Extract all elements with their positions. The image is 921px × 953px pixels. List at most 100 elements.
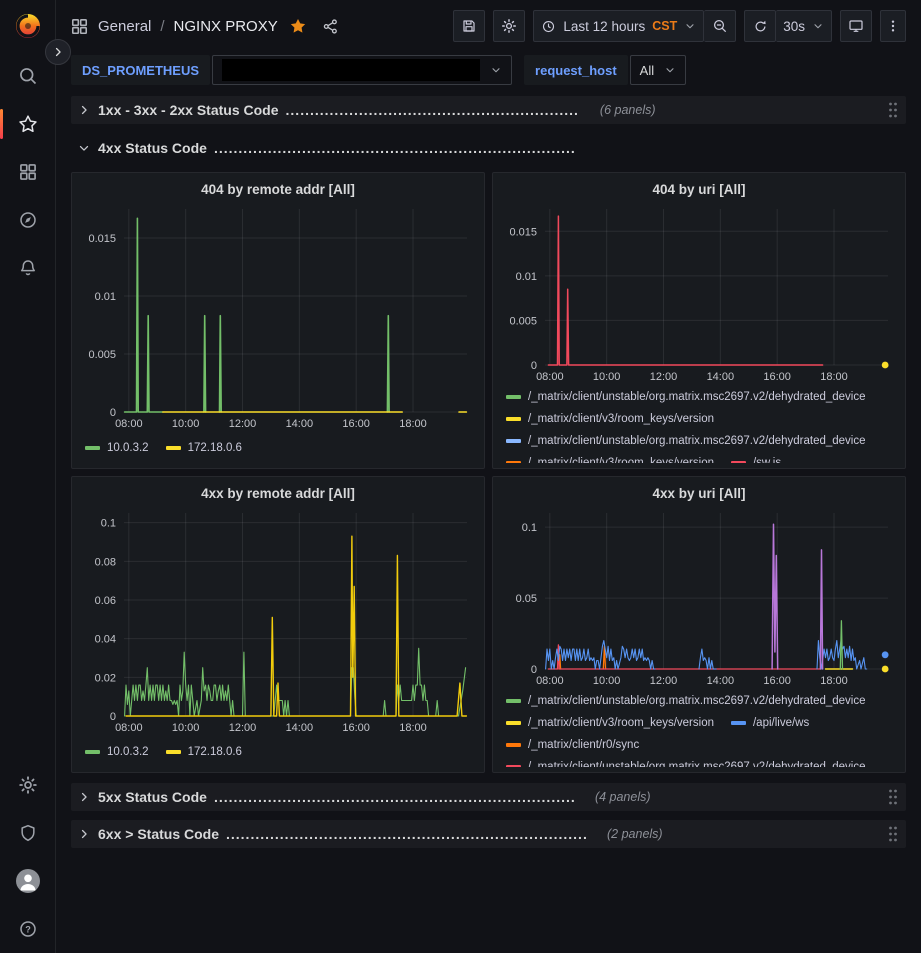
panel-title[interactable]: 404 by remote addr [All] <box>80 179 476 201</box>
timeseries-plot[interactable]: 08:0010:0012:0014:0016:0018:0000.0050.01… <box>80 201 476 433</box>
legend-item[interactable]: 10.0.3.2 <box>85 442 149 454</box>
favorite-star-icon[interactable] <box>289 17 307 35</box>
row-panel-count: (2 panels) <box>607 827 663 841</box>
sidebar-item-dashboards[interactable] <box>0 148 56 196</box>
kebab-menu-icon <box>885 18 901 34</box>
legend-item[interactable]: /_matrix/client/v3/room_keys/version <box>506 457 714 463</box>
active-section-indicator <box>0 109 3 139</box>
legend-item[interactable]: /_matrix/client/unstable/org.matrix.msc2… <box>506 761 866 767</box>
sidebar-item-profile[interactable] <box>0 857 56 905</box>
cycle-view-mode-button[interactable] <box>840 10 872 42</box>
legend-label: /api/live/ws <box>753 717 809 729</box>
svg-text:10:00: 10:00 <box>593 371 621 383</box>
row-drag-handle[interactable] <box>888 826 898 842</box>
main-area: General / NGINX PROXY <box>56 0 921 953</box>
svg-text:0.1: 0.1 <box>101 518 116 530</box>
timeseries-plot[interactable]: 08:0010:0012:0014:0016:0018:0000.050.1 <box>501 505 897 690</box>
legend-row: /_matrix/client/unstable/org.matrix.msc2… <box>506 430 897 452</box>
legend-swatch <box>506 699 521 703</box>
time-range-group: Last 12 hours CST <box>533 10 736 42</box>
dashboard-settings-button[interactable] <box>493 10 525 42</box>
svg-text:08:00: 08:00 <box>115 418 143 430</box>
legend-label: /sw.js <box>753 457 781 463</box>
bell-icon <box>18 258 38 278</box>
timezone-label: CST <box>652 19 677 33</box>
svg-text:12:00: 12:00 <box>229 418 257 430</box>
svg-text:0.1: 0.1 <box>522 522 537 534</box>
time-range-label: Last 12 hours <box>563 19 645 34</box>
variable-value-text: All <box>640 63 654 78</box>
sidebar-item-starred[interactable] <box>0 100 56 148</box>
legend-swatch <box>166 750 181 754</box>
sidebar-item-explore[interactable] <box>0 196 56 244</box>
svg-text:14:00: 14:00 <box>707 371 735 383</box>
svg-text:0.01: 0.01 <box>95 291 116 303</box>
row-header-6xx[interactable]: 6xx > Status Code ......................… <box>71 820 906 848</box>
row-title: 1xx - 3xx - 2xx Status Code <box>98 102 279 118</box>
svg-text:12:00: 12:00 <box>229 722 257 734</box>
legend-item[interactable]: /sw.js <box>731 457 781 463</box>
variable-label-request-host[interactable]: request_host <box>524 55 628 85</box>
variable-value-ds-prometheus[interactable] <box>212 55 512 85</box>
svg-text:18:00: 18:00 <box>820 371 848 383</box>
legend-item[interactable]: /api/live/ws <box>731 717 809 729</box>
refresh-button[interactable] <box>744 10 776 42</box>
row-header-5xx[interactable]: 5xx Status Code ........................… <box>71 783 906 811</box>
legend-label: /_matrix/client/v3/room_keys/version <box>528 717 714 729</box>
sidebar-item-server-admin[interactable] <box>0 809 56 857</box>
floppy-save-icon <box>461 18 477 34</box>
svg-text:08:00: 08:00 <box>536 675 564 687</box>
sidebar-item-help[interactable]: ? <box>0 905 56 953</box>
toolbar-actions: Last 12 hours CST 30s <box>453 10 906 42</box>
legend-row: /_matrix/client/v3/room_keys/version <box>506 408 897 430</box>
save-dashboard-button[interactable] <box>453 10 485 42</box>
grafana-app: ? General / NGINX PROXY <box>0 0 921 953</box>
panel-title[interactable]: 4xx by remote addr [All] <box>80 483 476 505</box>
row-header-1xx[interactable]: 1xx - 3xx - 2xx Status Code ............… <box>71 96 906 124</box>
svg-text:08:00: 08:00 <box>115 722 143 734</box>
gear-icon <box>18 775 38 795</box>
breadcrumb-folder[interactable]: General <box>98 18 151 35</box>
share-icon[interactable] <box>322 18 339 35</box>
svg-text:16:00: 16:00 <box>342 722 370 734</box>
time-range-picker[interactable]: Last 12 hours CST <box>533 10 704 42</box>
legend-row: /_matrix/client/unstable/org.matrix.msc2… <box>506 386 897 408</box>
row-panel-count: (6 panels) <box>600 103 656 117</box>
timeseries-plot[interactable]: 08:0010:0012:0014:0016:0018:0000.020.040… <box>80 505 476 737</box>
legend-item[interactable]: /_matrix/client/v3/room_keys/version <box>506 413 714 425</box>
refresh-interval-picker[interactable]: 30s <box>776 10 832 42</box>
svg-text:0: 0 <box>110 407 116 419</box>
legend-item[interactable]: 10.0.3.2 <box>85 746 149 758</box>
legend-item[interactable]: 172.18.0.6 <box>166 746 242 758</box>
zoom-out-time-button[interactable] <box>704 10 736 42</box>
row-header-4xx[interactable]: 4xx Status Code ........................… <box>71 134 906 162</box>
refresh-interval-label: 30s <box>783 19 805 34</box>
row-drag-handle[interactable] <box>888 789 898 805</box>
panel-4xx-by-remote-addr: 4xx by remote addr [All] 08:0010:0012:00… <box>71 476 485 773</box>
legend-label: /_matrix/client/unstable/org.matrix.msc2… <box>528 391 866 403</box>
refresh-group: 30s <box>744 10 832 42</box>
timeseries-plot[interactable]: 08:0010:0012:0014:0016:0018:0000.0050.01… <box>501 201 897 386</box>
panel-title[interactable]: 404 by uri [All] <box>501 179 897 201</box>
legend-item[interactable]: /_matrix/client/v3/room_keys/version <box>506 717 714 729</box>
svg-text:12:00: 12:00 <box>650 371 678 383</box>
svg-text:0.015: 0.015 <box>88 233 116 245</box>
variable-value-request-host[interactable]: All <box>630 55 686 85</box>
row-drag-handle[interactable] <box>888 102 898 118</box>
variable-label-ds-prometheus[interactable]: DS_PROMETHEUS <box>71 55 210 85</box>
sidebar-item-configuration[interactable] <box>0 761 56 809</box>
sidebar-expand-button[interactable] <box>45 39 71 65</box>
legend-item[interactable]: /_matrix/client/r0/sync <box>506 739 639 751</box>
svg-text:08:00: 08:00 <box>536 371 564 383</box>
legend-item[interactable]: /_matrix/client/unstable/org.matrix.msc2… <box>506 695 866 707</box>
panel-title[interactable]: 4xx by uri [All] <box>501 483 897 505</box>
user-avatar <box>15 868 41 894</box>
legend-swatch <box>506 439 521 443</box>
legend-item[interactable]: /_matrix/client/unstable/org.matrix.msc2… <box>506 391 866 403</box>
dashboard-title: NGINX PROXY <box>174 18 278 35</box>
sidebar-item-alerting[interactable] <box>0 244 56 292</box>
legend-item[interactable]: /_matrix/client/unstable/org.matrix.msc2… <box>506 435 866 447</box>
svg-text:10:00: 10:00 <box>172 418 200 430</box>
more-options-button[interactable] <box>880 10 906 42</box>
legend-item[interactable]: 172.18.0.6 <box>166 442 242 454</box>
